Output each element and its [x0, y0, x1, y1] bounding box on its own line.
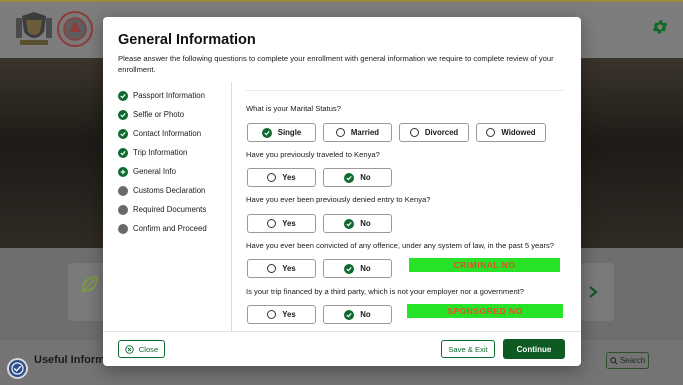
step-label: Required Documents	[133, 205, 207, 214]
sponsored-answer-tag: SPONSORED NO	[407, 304, 563, 318]
option-label: Divorced	[424, 128, 459, 137]
convicted-yes-option[interactable]: Yes	[247, 259, 316, 278]
denied-entry-question: Have you ever been previously denied ent…	[246, 195, 431, 204]
close-button[interactable]: Close	[118, 340, 165, 358]
search-button[interactable]: Search	[606, 352, 649, 369]
step-label: Confirm and Proceed	[133, 224, 207, 233]
chevron-right-icon[interactable]	[587, 285, 599, 299]
search-label: Search	[619, 356, 646, 365]
dialog-title: General Information	[118, 32, 256, 48]
radio-icon	[267, 219, 277, 228]
check-circle-icon	[118, 147, 128, 158]
save-exit-button[interactable]: Save & Exit	[441, 340, 495, 358]
accessibility-icon	[11, 362, 24, 375]
marital-married-option[interactable]: Married	[323, 123, 392, 142]
pending-step-icon	[118, 185, 128, 196]
radio-icon	[335, 128, 345, 137]
marital-status-question: What is your Marital Status?	[246, 104, 341, 113]
step-trip-information[interactable]: Trip Information	[118, 147, 187, 158]
step-general-info[interactable]: General Info	[118, 166, 176, 177]
traveled-yes-option[interactable]: Yes	[247, 168, 316, 187]
step-passport-information[interactable]: Passport Information	[118, 90, 205, 101]
marital-single-option[interactable]: Single	[247, 123, 316, 142]
radio-icon	[486, 128, 496, 137]
checked-radio-icon	[261, 127, 272, 138]
financed-no-option[interactable]: No	[323, 305, 392, 324]
step-label: Trip Information	[133, 148, 188, 157]
step-label: General Info	[133, 167, 176, 176]
marital-divorced-option[interactable]: Divorced	[399, 123, 469, 142]
option-label: No	[360, 264, 371, 273]
option-label: Widowed	[501, 128, 536, 137]
step-label: Contact Information	[133, 129, 202, 138]
check-circle-icon	[118, 90, 128, 101]
option-label: Yes	[282, 219, 296, 228]
current-step-icon	[118, 166, 128, 177]
option-label: Yes	[282, 310, 296, 319]
accessibility-button[interactable]	[7, 358, 28, 379]
checked-radio-icon	[344, 309, 355, 320]
continue-button[interactable]: Continue	[503, 339, 565, 359]
step-label: Customs Declaration	[133, 186, 206, 195]
close-label: Close	[138, 344, 159, 354]
option-label: No	[360, 173, 371, 182]
footer-divider	[103, 331, 581, 332]
dialog-description: Please answer the following questions to…	[118, 54, 554, 74]
close-circle-icon	[125, 344, 134, 354]
option-label: No	[360, 310, 371, 319]
vertical-divider	[231, 82, 232, 332]
step-customs-declaration[interactable]: Customs Declaration	[118, 185, 205, 196]
radio-icon	[267, 173, 277, 182]
step-label: Selfie or Photo	[133, 110, 185, 119]
denied-no-option[interactable]: No	[323, 214, 392, 233]
check-circle-icon	[118, 109, 128, 120]
pending-step-icon	[118, 204, 128, 215]
check-circle-icon	[118, 128, 128, 139]
option-label: Married	[350, 128, 380, 137]
option-label: No	[360, 219, 371, 228]
criminal-answer-tag: CRIMINAL NO	[409, 258, 560, 272]
emblem-logo	[57, 11, 93, 47]
option-label: Yes	[282, 264, 296, 273]
traveled-question: Have you previously traveled to Kenya?	[246, 150, 380, 159]
step-contact-information[interactable]: Contact Information	[118, 128, 201, 139]
coat-of-arms-logo	[16, 12, 52, 45]
general-information-dialog: General Information Please answer the fo…	[103, 17, 581, 366]
gear-icon[interactable]	[651, 18, 669, 36]
checked-radio-icon	[344, 218, 355, 229]
option-label: Single	[277, 128, 302, 137]
checked-radio-icon	[344, 172, 355, 183]
convicted-no-option[interactable]: No	[323, 259, 392, 278]
checked-radio-icon	[344, 263, 355, 274]
option-label: Yes	[282, 173, 296, 182]
pending-step-icon	[118, 223, 128, 234]
step-confirm-and-proceed[interactable]: Confirm and Proceed	[118, 223, 207, 234]
radio-icon	[267, 264, 277, 273]
leaf-icon	[81, 275, 99, 293]
convicted-question: Have you ever been convicted of any offe…	[246, 241, 555, 250]
step-label: Passport Information	[133, 91, 205, 100]
financed-question: Is your trip financed by a third party, …	[246, 287, 525, 296]
radio-icon	[267, 310, 277, 319]
traveled-no-option[interactable]: No	[323, 168, 392, 187]
search-icon	[610, 356, 618, 365]
step-required-documents[interactable]: Required Documents	[118, 204, 206, 215]
step-selfie-or-photo[interactable]: Selfie or Photo	[118, 109, 184, 120]
form-top-divider	[245, 90, 565, 91]
radio-icon	[409, 128, 419, 137]
financed-yes-option[interactable]: Yes	[247, 305, 316, 324]
marital-widowed-option[interactable]: Widowed	[476, 123, 546, 142]
denied-yes-option[interactable]: Yes	[247, 214, 316, 233]
